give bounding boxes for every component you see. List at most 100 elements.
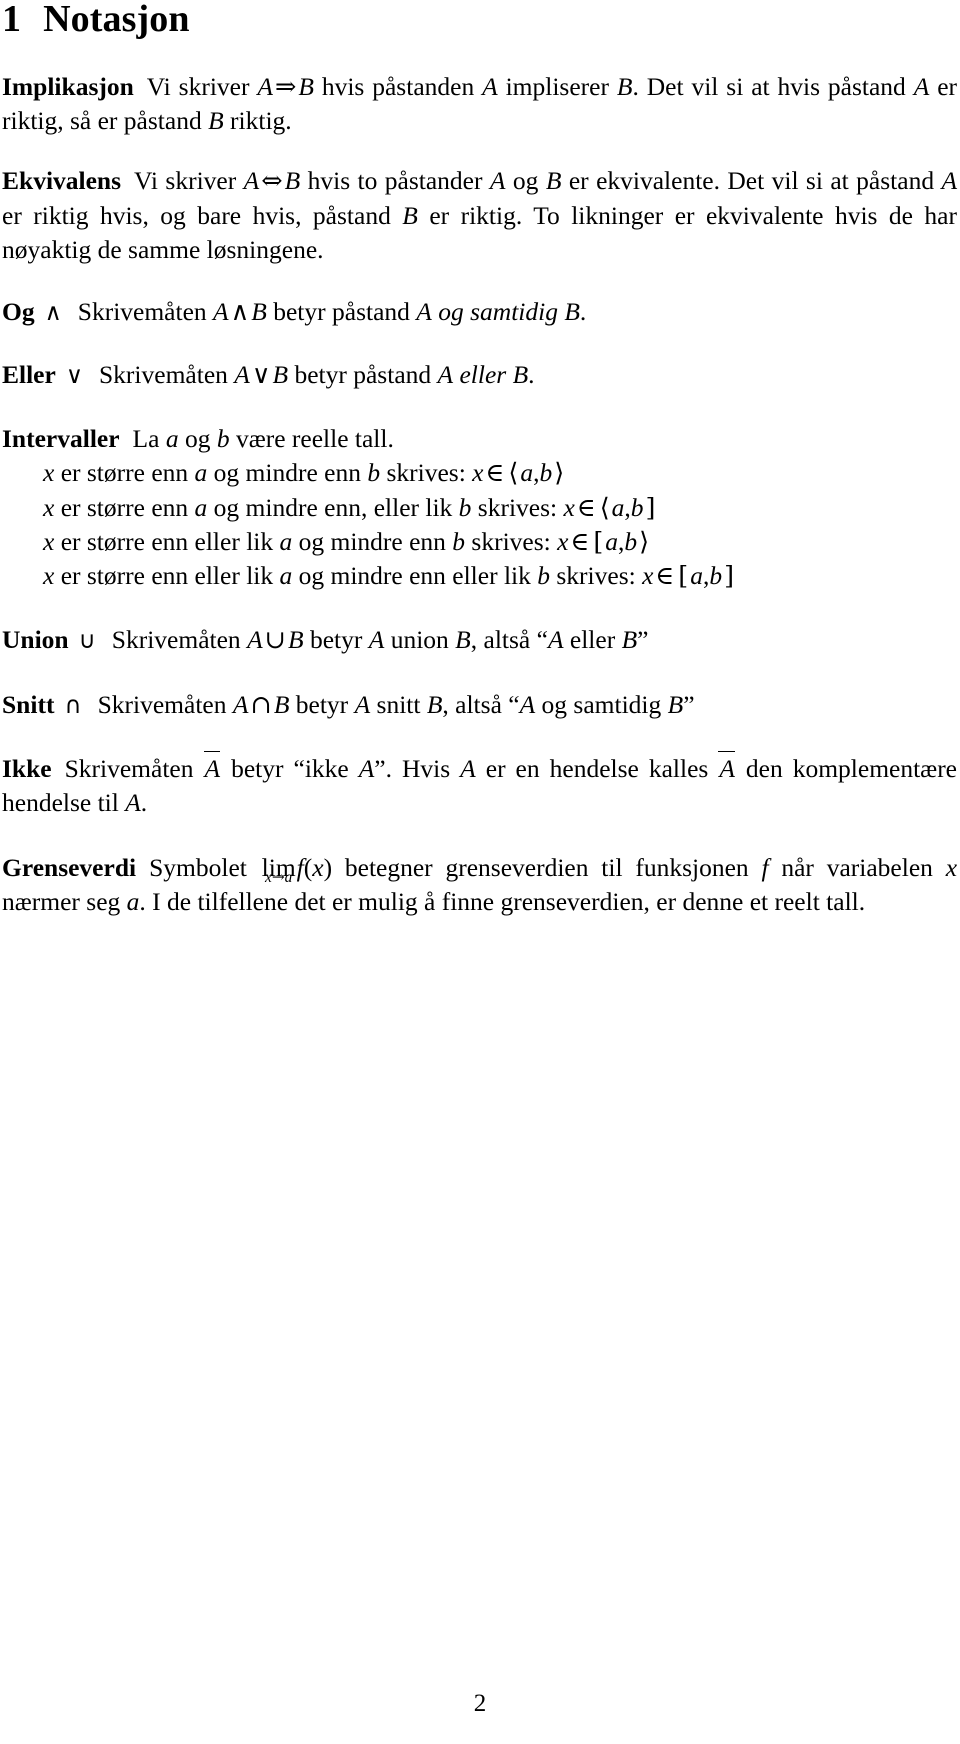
math-var-x: x bbox=[642, 561, 654, 591]
page-number: 2 bbox=[473, 1690, 487, 1717]
text-run: betyr påstand bbox=[273, 297, 410, 327]
text-run: betyr bbox=[231, 754, 284, 784]
text-run: Skrivemåten bbox=[77, 297, 207, 327]
interval-notation-list: x er større enn a og mindre enn b skrive… bbox=[2, 456, 957, 593]
interval-close-bracket: ] bbox=[724, 561, 735, 592]
limit-sub-var: x bbox=[265, 869, 272, 887]
complement-overline-A: A bbox=[203, 750, 222, 786]
math-var-A: A bbox=[519, 689, 536, 719]
list-item: x er større enn eller lik a og mindre en… bbox=[43, 525, 957, 559]
text-run: er større enn bbox=[60, 458, 189, 488]
math-var-B: B bbox=[616, 71, 633, 101]
text-run: . bbox=[528, 359, 535, 389]
arrow-right-icon: → bbox=[271, 868, 285, 887]
function-name-f: f bbox=[296, 852, 304, 882]
logical-or-icon: ∨ bbox=[65, 360, 83, 389]
text-run: nærmer seg bbox=[2, 886, 121, 916]
text-run: . bbox=[140, 788, 148, 818]
term-label-ikke: Ikke bbox=[2, 754, 52, 784]
text-run: La bbox=[132, 423, 160, 453]
text-run: skrives: bbox=[556, 561, 636, 591]
text-run: betegner grenseverdien til funksjonen bbox=[344, 852, 749, 882]
logical-and-symbol: ∧ bbox=[230, 297, 250, 328]
definition-intervaller: Intervaller La a og b være reelle tall. bbox=[2, 422, 957, 456]
math-var-B: B bbox=[512, 359, 529, 389]
interval-close-bracket: ⟩ bbox=[639, 526, 650, 557]
list-item: x er større enn a og mindre enn b skrive… bbox=[43, 456, 957, 490]
math-var-B: B bbox=[402, 200, 418, 230]
text-run: eller bbox=[569, 625, 616, 655]
text-run: . Hvis bbox=[385, 754, 451, 784]
term-label-grenseverdi: Grenseverdi bbox=[2, 852, 137, 882]
interval-open-bracket: [ bbox=[593, 526, 604, 557]
text-run: skrives: bbox=[386, 458, 466, 488]
interval-close-bracket: ] bbox=[645, 492, 656, 523]
math-var-A: A bbox=[243, 166, 260, 196]
math-var-b: b bbox=[539, 458, 553, 488]
math-var-A: A bbox=[913, 71, 930, 101]
text-run: betyr påstand bbox=[294, 359, 432, 389]
math-var-a: a bbox=[611, 492, 625, 522]
math-var-A: A bbox=[354, 689, 371, 719]
text-run: og mindre enn bbox=[298, 526, 446, 556]
text-run: skrives: bbox=[477, 492, 558, 522]
term-label-implikasjon: Implikasjon bbox=[2, 71, 134, 101]
definition-implikasjon: Implikasjon Vi skriver A⇒B hvis påstanden… bbox=[2, 70, 957, 139]
text-run: , altså bbox=[442, 689, 502, 719]
text-run: ikke bbox=[304, 754, 349, 784]
page-title: 1 Notasjon bbox=[2, 0, 957, 40]
math-var-B: B bbox=[272, 359, 289, 389]
math-var-B: B bbox=[284, 166, 301, 196]
math-var-a: a bbox=[194, 492, 208, 522]
math-var-B: B bbox=[564, 297, 580, 327]
math-var-A: A bbox=[247, 625, 263, 655]
math-var-A: A bbox=[416, 297, 432, 327]
math-var-A: A bbox=[358, 754, 375, 784]
math-var-B: B bbox=[251, 297, 267, 327]
function-paren-close: ) bbox=[323, 852, 333, 882]
text-run: Vi skriver bbox=[134, 166, 237, 196]
function-name-f: f bbox=[761, 852, 769, 882]
math-var-a: a bbox=[194, 458, 208, 488]
quote-close: ” bbox=[637, 625, 649, 655]
math-var-a: a bbox=[279, 526, 293, 556]
quote-open: “ bbox=[508, 689, 520, 719]
term-label-ekvivalens: Ekvivalens bbox=[2, 166, 122, 196]
limit-subscript: x→a bbox=[265, 868, 292, 887]
text-run: skrives: bbox=[471, 526, 551, 556]
text-run: er ekvivalente. Det vil si at påstand bbox=[568, 166, 935, 196]
math-var-B: B bbox=[273, 689, 290, 719]
math-var-B: B bbox=[288, 625, 304, 655]
interval-open-bracket: ⟨ bbox=[508, 458, 519, 489]
section-number: 1 bbox=[2, 0, 22, 40]
quote-open: “ bbox=[293, 754, 305, 784]
math-var-x: x bbox=[43, 561, 55, 591]
implies-symbol: ⇒ bbox=[274, 71, 297, 102]
text-run: er større enn eller lik bbox=[60, 561, 274, 591]
math-var-a: a bbox=[690, 561, 703, 591]
union-symbol: ∪ bbox=[264, 625, 287, 656]
math-var-B: B bbox=[621, 625, 638, 655]
text-run: riktig. bbox=[230, 106, 292, 136]
math-var-A: A bbox=[489, 166, 506, 196]
math-var-b: b bbox=[624, 526, 638, 556]
math-var-b: b bbox=[452, 526, 466, 556]
math-var-x: x bbox=[312, 852, 324, 882]
math-var-B: B bbox=[545, 166, 562, 196]
text-run: betyr bbox=[295, 689, 349, 719]
math-var-B: B bbox=[667, 689, 684, 719]
text-run: og samtidig bbox=[541, 689, 662, 719]
page-content: 1 Notasjon Implikasjon Vi skriver A ⇒ B hvis… bbox=[2, 0, 957, 919]
text-run: Skrivemåten bbox=[97, 689, 227, 719]
math-var-x: x bbox=[43, 458, 55, 488]
math-var-a: a bbox=[126, 886, 140, 916]
text-run: er en hendelse kalles bbox=[485, 754, 709, 784]
emphasis-text: eller bbox=[459, 359, 507, 389]
quote-close: ” bbox=[374, 754, 386, 784]
math-var-B: B bbox=[455, 625, 471, 655]
text-run: hvis påstanden bbox=[321, 71, 475, 101]
